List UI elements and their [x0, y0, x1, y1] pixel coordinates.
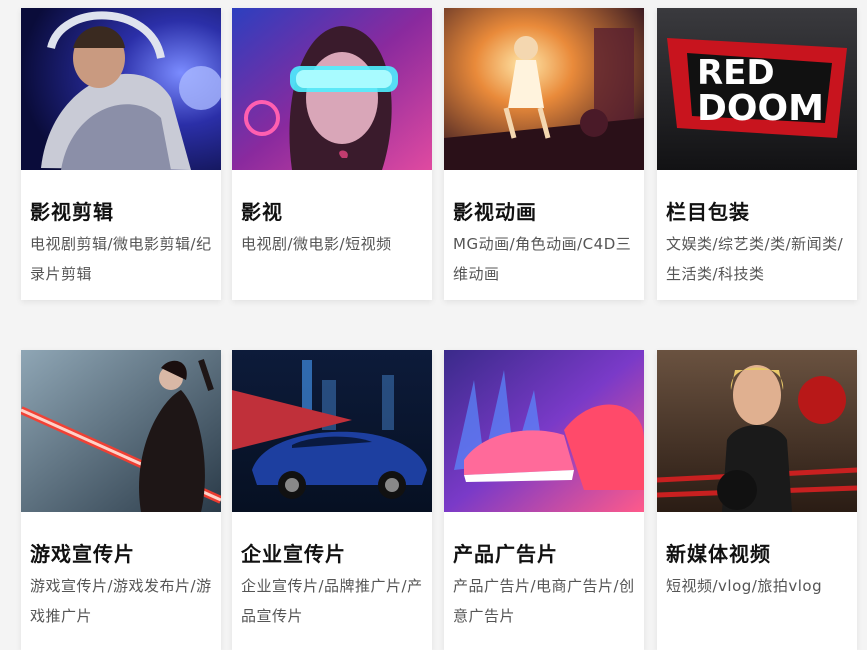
service-card-grid: 影视剪辑 电视剧剪辑/微电影剪辑/纪录片剪辑 影视 电视剧/微电影/短视频 影视…	[0, 0, 867, 650]
service-card-corporate-promo[interactable]: 企业宣传片 企业宣传片/品牌推广片/产品宣传片	[232, 350, 432, 650]
card-description: 电视剧剪辑/微电影剪辑/纪录片剪辑	[30, 235, 212, 283]
boxer-woman-photo-icon	[657, 350, 857, 512]
card-description: MG动画/角色动画/C4D三维动画	[453, 235, 632, 283]
service-card-program-packaging[interactable]: RED DOOM 栏目包装 文娱类/综艺类/类/新闻类/生活类/科技类	[657, 8, 857, 300]
card-description: 文娱类/综艺类/类/新闻类/生活类/科技类	[666, 235, 844, 283]
card-title: 栏目包装	[666, 200, 750, 224]
card-title: 影视动画	[453, 200, 537, 224]
service-card-game-promo[interactable]: 游戏宣传片 游戏宣传片/游戏发布片/游戏推广片	[21, 350, 221, 650]
card-title: 企业宣传片	[241, 542, 346, 566]
warrior-lightsaber-icon	[21, 350, 221, 512]
blue-sedan-photo-icon	[232, 350, 432, 512]
card-title: 游戏宣传片	[30, 542, 135, 566]
card-description: 企业宣传片/品牌推广片/产品宣传片	[241, 577, 423, 625]
card-title: 影视剪辑	[30, 200, 114, 224]
logo-text-red: RED	[697, 53, 775, 93]
card-description: 电视剧/微电影/短视频	[241, 235, 392, 253]
card-description: 产品广告片/电商广告片/创意广告片	[453, 577, 635, 625]
animated-girl-scene-icon	[444, 8, 644, 170]
logo-text-doom: DOOM	[697, 88, 824, 129]
astronaut-photo-icon	[21, 8, 221, 170]
card-title: 产品广告片	[453, 542, 558, 566]
sneaker-render-icon	[444, 350, 644, 512]
service-card-film[interactable]: 影视 电视剧/微电影/短视频	[232, 8, 432, 300]
service-card-film-editing[interactable]: 影视剪辑 电视剧剪辑/微电影剪辑/纪录片剪辑	[21, 8, 221, 300]
card-description: 短视频/vlog/旅拍vlog	[666, 577, 823, 595]
card-title: 影视	[241, 200, 283, 224]
neon-visor-woman-photo-icon	[232, 8, 432, 170]
service-card-product-ad[interactable]: 产品广告片 产品广告片/电商广告片/创意广告片	[444, 350, 644, 650]
service-card-new-media[interactable]: 新媒体视频 短视频/vlog/旅拍vlog	[657, 350, 857, 650]
card-description: 游戏宣传片/游戏发布片/游戏推广片	[30, 577, 212, 625]
service-card-animation[interactable]: 影视动画 MG动画/角色动画/C4D三维动画	[444, 8, 644, 300]
red-doom-logo-icon: RED DOOM	[657, 8, 857, 170]
card-title: 新媒体视频	[666, 542, 771, 566]
